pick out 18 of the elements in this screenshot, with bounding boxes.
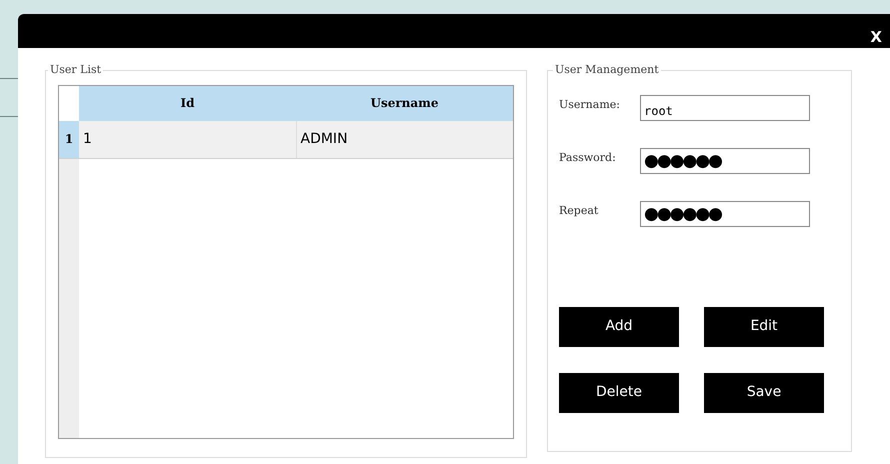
table-cell: ADMIN	[296, 120, 513, 158]
input-field[interactable]: root	[640, 94, 810, 120]
input-field[interactable]: ●●●●●●	[640, 200, 810, 226]
action-button[interactable]: Edit	[704, 306, 824, 346]
input-field[interactable]: ●●●●●●	[640, 148, 810, 174]
group-title: User List	[49, 62, 102, 78]
action-button[interactable]: Delete	[559, 372, 679, 412]
action-button[interactable]: Save	[704, 372, 824, 412]
field-label: Username:	[559, 96, 621, 112]
row-header[interactable]: 1	[59, 120, 79, 158]
field-label: Password:	[559, 150, 617, 166]
column-header[interactable]: Username	[296, 86, 513, 120]
table-cell: 1	[79, 120, 296, 158]
group-title: User Management	[554, 62, 660, 78]
action-button[interactable]: Add	[559, 306, 679, 346]
close-button[interactable]: X	[870, 30, 882, 45]
column-header[interactable]: Id	[79, 86, 296, 120]
field-label: Repeat	[559, 202, 600, 218]
